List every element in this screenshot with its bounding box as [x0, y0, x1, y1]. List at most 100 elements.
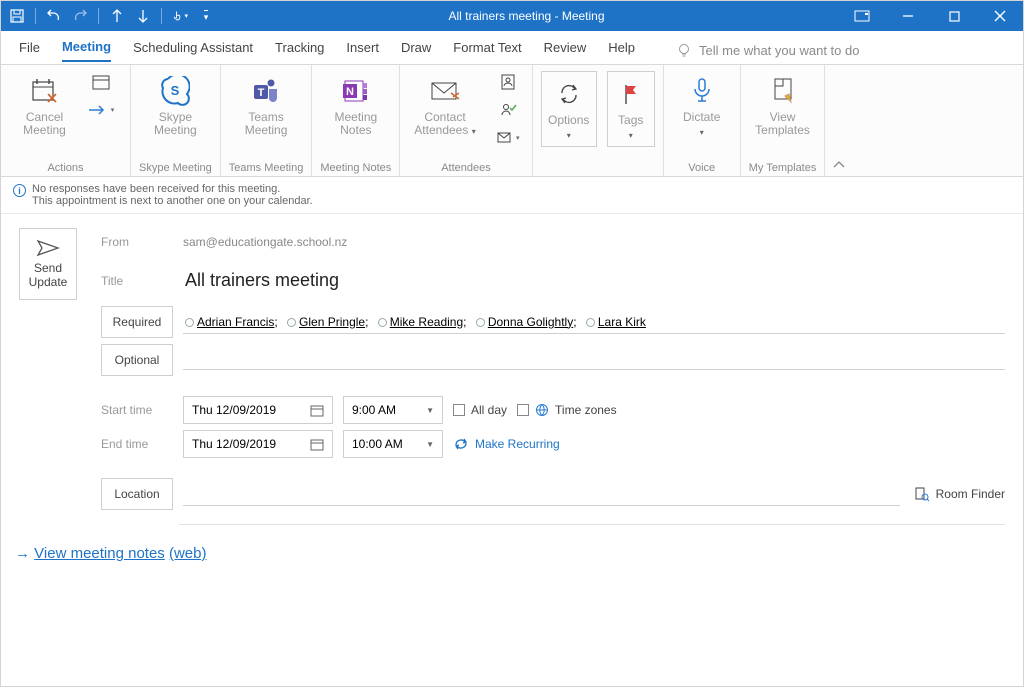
touch-mode-icon[interactable]: ▾: [172, 8, 188, 24]
attendee-chip[interactable]: Mike Reading: [390, 315, 463, 329]
tell-me-search[interactable]: Tell me what you want to do: [677, 43, 859, 59]
send-update-button[interactable]: Send Update: [19, 228, 77, 300]
start-date-value: Thu 12/09/2019: [192, 403, 276, 417]
attendee-chip[interactable]: Lara Kirk: [598, 315, 646, 329]
tab-insert[interactable]: Insert: [346, 40, 379, 61]
maximize-icon[interactable]: [931, 1, 977, 31]
make-recurring-button[interactable]: Make Recurring: [453, 437, 560, 451]
contact-attendees-button[interactable]: Contact Attendees ▾: [408, 71, 481, 141]
optional-button[interactable]: Optional: [101, 344, 173, 376]
group-attendees-label: Attendees: [408, 158, 523, 174]
meeting-form: Send Update From sam@educationgate.schoo…: [1, 214, 1023, 524]
group-actions-label: Actions: [9, 158, 122, 174]
teams-meeting-label: Teams Meeting: [245, 111, 288, 137]
cancel-meeting-label: Cancel Meeting: [23, 111, 66, 137]
meeting-notes-label: Meeting Notes: [334, 111, 377, 137]
attendee-chip[interactable]: Adrian Francis: [197, 315, 274, 329]
room-finder-button[interactable]: Room Finder: [914, 486, 1005, 502]
window-title: All trainers meeting - Meeting: [214, 9, 839, 23]
tab-review[interactable]: Review: [544, 40, 587, 61]
all-day-label: All day: [471, 403, 507, 417]
attendee-chip[interactable]: Donna Golightly: [488, 315, 573, 329]
next-item-icon[interactable]: [135, 8, 151, 24]
tab-draw[interactable]: Draw: [401, 40, 431, 61]
view-meeting-notes-link[interactable]: View meeting notes: [34, 545, 165, 562]
contact-attendees-label: Contact Attendees ▾: [414, 111, 475, 137]
save-icon[interactable]: [9, 8, 25, 24]
send-label: Send Update: [29, 261, 68, 289]
tab-scheduling-assistant[interactable]: Scheduling Assistant: [133, 40, 253, 61]
start-time-picker[interactable]: 9:00 AM ▼: [343, 396, 443, 424]
tab-format-text[interactable]: Format Text: [453, 40, 521, 61]
minimize-icon[interactable]: [885, 1, 931, 31]
tab-meeting[interactable]: Meeting: [62, 39, 111, 62]
group-options-label: [541, 158, 655, 174]
svg-text:S: S: [171, 83, 180, 98]
skype-meeting-button[interactable]: S Skype Meeting: [145, 71, 205, 141]
start-date-picker[interactable]: Thu 12/09/2019: [183, 396, 333, 424]
title-label: Title: [101, 274, 173, 288]
group-skype-meeting: S Skype Meeting Skype Meeting: [131, 65, 221, 176]
required-button[interactable]: Required: [101, 306, 173, 338]
status-circle-icon: [586, 318, 595, 327]
prev-item-icon[interactable]: [109, 8, 125, 24]
from-value: sam@educationgate.school.nz: [183, 235, 1005, 249]
dictate-button[interactable]: Dictate ▾: [672, 71, 732, 141]
recurrence-icon: [453, 437, 469, 451]
envelope-icon: [429, 75, 461, 107]
chevron-down-icon: ▼: [426, 440, 434, 449]
qat-customize-icon[interactable]: ▾: [198, 8, 214, 24]
end-time-picker[interactable]: 10:00 AM ▼: [343, 430, 443, 458]
redo-icon[interactable]: [72, 8, 88, 24]
location-field[interactable]: [183, 482, 900, 506]
forward-small-button[interactable]: ▾: [85, 99, 117, 121]
optional-field[interactable]: [183, 350, 1005, 370]
cancel-meeting-icon: [29, 75, 61, 107]
info-bar: i No responses have been received for th…: [1, 177, 1023, 214]
flag-icon: [615, 78, 647, 110]
tab-file[interactable]: File: [19, 40, 40, 61]
location-button[interactable]: Location: [101, 478, 173, 510]
all-day-checkbox[interactable]: All day: [453, 403, 507, 417]
end-date-value: Thu 12/09/2019: [192, 437, 276, 451]
ribbon-display-icon[interactable]: [839, 1, 885, 31]
options-button[interactable]: Options ▾: [541, 71, 597, 147]
svg-text:N: N: [346, 86, 354, 98]
ribbon-tabs: File Meeting Scheduling Assistant Tracki…: [1, 31, 1023, 65]
room-finder-label: Room Finder: [936, 487, 1005, 501]
close-icon[interactable]: [977, 1, 1023, 31]
check-names-button[interactable]: [492, 99, 524, 121]
attendee-chip[interactable]: Glen Pringle: [299, 315, 365, 329]
globe-icon: [535, 403, 549, 417]
cancel-meeting-button[interactable]: Cancel Meeting: [15, 71, 75, 141]
end-date-picker[interactable]: Thu 12/09/2019: [183, 430, 333, 458]
view-meeting-notes-web-link[interactable]: (web): [169, 545, 207, 562]
window-buttons: [839, 1, 1023, 31]
info-line-1: No responses have been received for this…: [32, 183, 313, 195]
time-zones-label: Time zones: [555, 403, 617, 417]
options-label: Options: [548, 113, 589, 127]
tab-tracking[interactable]: Tracking: [275, 40, 324, 61]
required-field[interactable]: Adrian Francis; Glen Pringle; Mike Readi…: [183, 311, 1005, 334]
view-templates-label: View Templates: [755, 111, 810, 137]
response-options-button[interactable]: ▾: [492, 127, 524, 149]
time-zones-checkbox[interactable]: Time zones: [517, 403, 617, 417]
view-templates-button[interactable]: View Templates: [749, 71, 816, 141]
undo-icon[interactable]: [46, 8, 62, 24]
address-book-button[interactable]: [492, 71, 524, 93]
status-circle-icon: [476, 318, 485, 327]
teams-meeting-button[interactable]: T Teams Meeting: [236, 71, 296, 141]
group-templates-label: My Templates: [749, 158, 817, 174]
meeting-notes-button[interactable]: N Meeting Notes: [326, 71, 386, 141]
group-teams-label: Teams Meeting: [229, 158, 304, 174]
calendar-small-button[interactable]: [85, 71, 117, 93]
title-field[interactable]: All trainers meeting: [183, 268, 1005, 293]
group-notes-label: Meeting Notes: [320, 158, 391, 174]
dictate-label: Dictate: [683, 110, 720, 124]
meeting-body[interactable]: → View meeting notes (web): [1, 525, 1023, 582]
group-attendees: Contact Attendees ▾ ▾ Attendees: [400, 65, 532, 176]
ribbon-collapse-button[interactable]: [825, 65, 853, 176]
tab-help[interactable]: Help: [608, 40, 635, 61]
info-icon: i: [13, 184, 26, 197]
tags-button[interactable]: Tags ▾: [607, 71, 655, 147]
